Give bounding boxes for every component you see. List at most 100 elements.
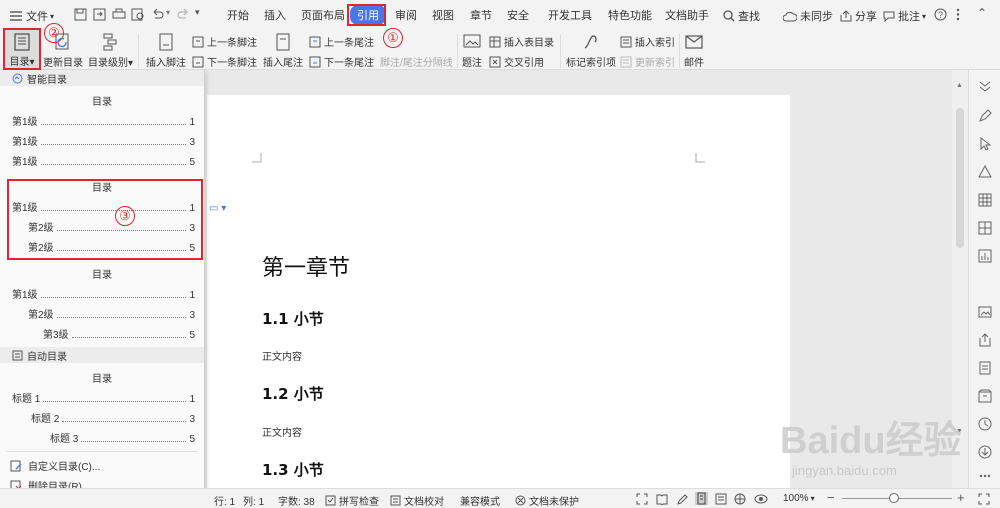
download-icon[interactable] xyxy=(977,444,993,460)
shapes-icon[interactable] xyxy=(977,164,993,180)
cloud-sync-icon xyxy=(783,11,797,21)
picture-icon[interactable] xyxy=(977,304,993,320)
insert-index-button[interactable]: 插入索引 xyxy=(620,34,675,49)
insert-table-toc-button[interactable]: 插入表目录 xyxy=(489,34,554,49)
scroll-up-icon[interactable]: ▲ xyxy=(956,82,963,89)
chevron-down-icon: ▾ xyxy=(922,11,927,21)
tab-home[interactable]: 开始 xyxy=(227,7,249,23)
custom-toc-item[interactable]: 自定义目录(C)... xyxy=(10,458,100,473)
eye-protection-icon[interactable] xyxy=(754,493,768,505)
tab-doc-assistant[interactable]: 文档助手 xyxy=(665,7,709,23)
mark-index-button[interactable]: 标记索引项 xyxy=(566,32,616,69)
word-count[interactable]: 字数: 38 xyxy=(278,493,315,508)
undo-dropdown-icon[interactable]: ▾ xyxy=(166,8,170,17)
file-menu[interactable]: 文件 ▾ xyxy=(10,8,54,24)
protection-status[interactable]: 文档未保护 xyxy=(515,493,579,508)
document-page[interactable]: ▭ ▾ 第一章节 1.1 小节 正文内容 1.2 小节 正文内容 1.3 小节 xyxy=(207,95,790,490)
tab-insert[interactable]: 插入 xyxy=(264,7,286,23)
undo-icon[interactable] xyxy=(150,8,164,21)
prev-endnote-button[interactable]: 上一条尾注 xyxy=(309,34,374,49)
prev-endnote-icon xyxy=(309,36,321,47)
cross-ref-label: 交叉引用 xyxy=(504,58,544,69)
zoom-level[interactable]: 100% ▾ xyxy=(783,493,815,504)
search-button[interactable]: 查找 xyxy=(723,8,760,24)
toc-template-line: 第1级 3 xyxy=(12,137,195,148)
mail-button[interactable]: 邮件 xyxy=(684,32,704,69)
comment-button[interactable]: 批注 ▾ xyxy=(883,8,926,24)
read-mode-icon[interactable] xyxy=(656,493,668,505)
zoom-out-button[interactable]: − xyxy=(827,490,835,505)
caption-label: 题注 xyxy=(462,58,482,69)
search-icon xyxy=(723,10,735,22)
tab-features[interactable]: 特色功能 xyxy=(608,7,652,23)
web-view-icon[interactable] xyxy=(734,493,746,505)
update-index-icon xyxy=(620,56,632,67)
archive-icon[interactable] xyxy=(977,388,993,404)
insert-footnote-button[interactable]: 插入脚注 xyxy=(146,32,186,69)
caption-button[interactable]: 题注 xyxy=(462,32,482,69)
update-toc-button[interactable]: 更新目录 xyxy=(43,32,83,69)
tab-developer[interactable]: 开发工具 xyxy=(548,7,592,23)
chart-icon[interactable] xyxy=(977,248,993,264)
prev-footnote-button[interactable]: 上一条脚注 xyxy=(192,34,257,49)
clock-icon[interactable] xyxy=(977,416,993,432)
collapse-ribbon-icon[interactable]: ⌃ xyxy=(977,6,987,20)
toc-level-button[interactable]: 目录级别▾ xyxy=(88,32,133,69)
redo-icon[interactable] xyxy=(177,8,191,21)
update-index-button[interactable]: 更新索引 xyxy=(620,54,675,69)
document-icon[interactable] xyxy=(977,360,993,376)
customize-icon[interactable]: ▾ xyxy=(195,7,200,18)
save-icon[interactable] xyxy=(74,8,87,21)
separator-line-button[interactable]: 脚注/尾注分隔线 xyxy=(380,32,453,69)
fullscreen-icon[interactable] xyxy=(636,493,648,505)
outline-view-icon[interactable] xyxy=(715,493,727,505)
more-icon[interactable] xyxy=(956,8,960,21)
doc-check-button[interactable]: 文档校对 xyxy=(390,493,444,508)
tab-view[interactable]: 视图 xyxy=(432,7,454,23)
tab-chapter[interactable]: 章节 xyxy=(470,7,492,23)
section-heading[interactable]: 1.2 小节 xyxy=(262,383,324,404)
body-text[interactable]: 正文内容 xyxy=(262,348,302,363)
cursor-icon[interactable] xyxy=(977,136,993,152)
highlight-box-references xyxy=(347,4,386,26)
body-text[interactable]: 正文内容 xyxy=(262,424,302,439)
tab-page-layout[interactable]: 页面布局 xyxy=(301,7,345,23)
grid-icon[interactable] xyxy=(977,220,993,236)
export-icon[interactable] xyxy=(93,8,106,21)
table-icon[interactable] xyxy=(977,192,993,208)
section-heading[interactable]: 1.3 小节 xyxy=(262,459,324,480)
sync-button[interactable]: 未同步 xyxy=(783,8,833,24)
update-index-label: 更新索引 xyxy=(635,58,675,69)
help-icon[interactable]: ? xyxy=(934,8,947,21)
fit-page-icon[interactable] xyxy=(978,493,990,505)
export-share-icon[interactable] xyxy=(977,332,993,348)
print-preview-icon[interactable] xyxy=(131,8,145,21)
toc-level-icon xyxy=(103,33,117,51)
print-icon[interactable] xyxy=(112,8,126,21)
page-view-icon[interactable] xyxy=(695,492,708,505)
custom-toc-label: 自定义目录(C)... xyxy=(28,462,101,473)
section-heading[interactable]: 1.1 小节 xyxy=(262,308,324,329)
spellcheck-button[interactable]: 拼写检查 xyxy=(325,493,379,508)
footnote-icon xyxy=(159,33,173,51)
insert-endnote-button[interactable]: 插入尾注 xyxy=(263,32,303,69)
tab-security[interactable]: 安全 xyxy=(507,7,529,23)
more-icon[interactable] xyxy=(977,468,993,484)
edit-pen-icon[interactable] xyxy=(676,493,688,505)
ribbon-separator xyxy=(679,34,680,68)
separator-line-label: 脚注/尾注分隔线 xyxy=(380,58,453,69)
pen-icon[interactable] xyxy=(977,108,993,124)
chapter-heading[interactable]: 第一章节 xyxy=(262,250,350,282)
tab-review[interactable]: 审阅 xyxy=(395,7,417,23)
next-footnote-button[interactable]: 下一条脚注 xyxy=(192,54,257,69)
scrollbar-thumb[interactable] xyxy=(956,108,964,248)
next-endnote-button[interactable]: 下一条尾注 xyxy=(309,54,374,69)
cross-ref-button[interactable]: 交叉引用 xyxy=(489,54,544,69)
expand-icon[interactable] xyxy=(977,78,993,94)
zoom-in-button[interactable]: + xyxy=(957,490,965,505)
zoom-slider-handle[interactable] xyxy=(889,493,899,503)
share-button[interactable]: 分享 xyxy=(840,8,877,24)
paragraph-marker-icon[interactable]: ▭ ▾ xyxy=(209,203,226,214)
toc-template-line: 标题 23 xyxy=(31,414,195,425)
ribbon-separator xyxy=(457,34,458,68)
